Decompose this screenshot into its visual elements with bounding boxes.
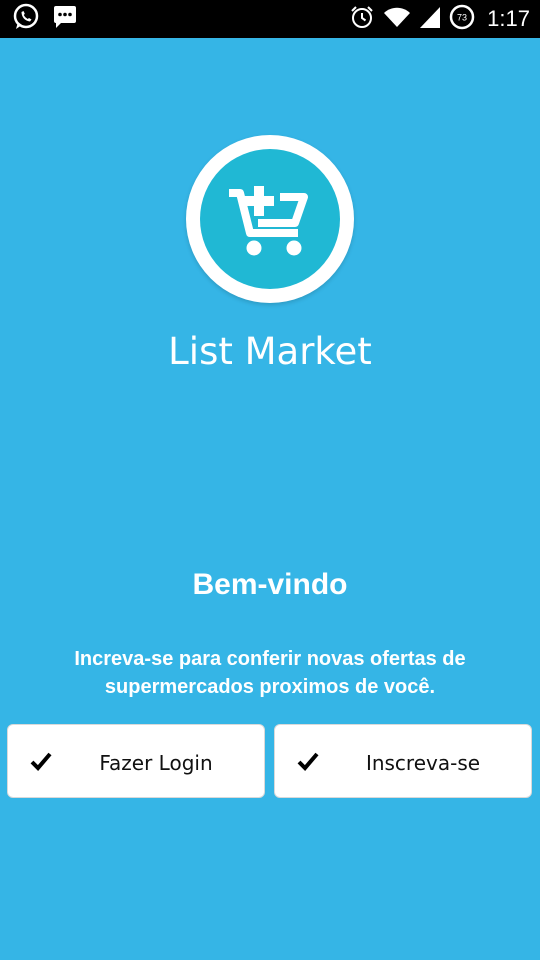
sms-icon (52, 4, 78, 35)
login-button-label: Fazer Login (99, 751, 213, 775)
whatsapp-icon (12, 3, 40, 36)
battery-level: 73 (457, 12, 467, 22)
signup-button[interactable]: Inscreva-se (274, 724, 532, 798)
clock-time: 1:17 (487, 6, 530, 31)
battery-icon: 73 (449, 4, 475, 35)
wifi-icon (383, 5, 411, 34)
cart-plus-icon (229, 186, 308, 256)
system-icons: 73 1:17 (349, 4, 530, 34)
notification-icons (12, 3, 78, 36)
signup-button-label: Inscreva-se (365, 751, 481, 775)
welcome-heading: Bem-vindo (192, 568, 348, 601)
signal-icon (419, 5, 441, 34)
welcome-subtitle: Increva-se para conferir novas ofertas d… (74, 648, 466, 698)
logo-circle (200, 149, 340, 289)
status-bar: 73 1:17 (0, 0, 540, 38)
app-logo (186, 135, 354, 303)
login-button[interactable]: Fazer Login (7, 724, 265, 798)
app-title: List Market (168, 330, 372, 373)
alarm-icon (349, 4, 375, 35)
